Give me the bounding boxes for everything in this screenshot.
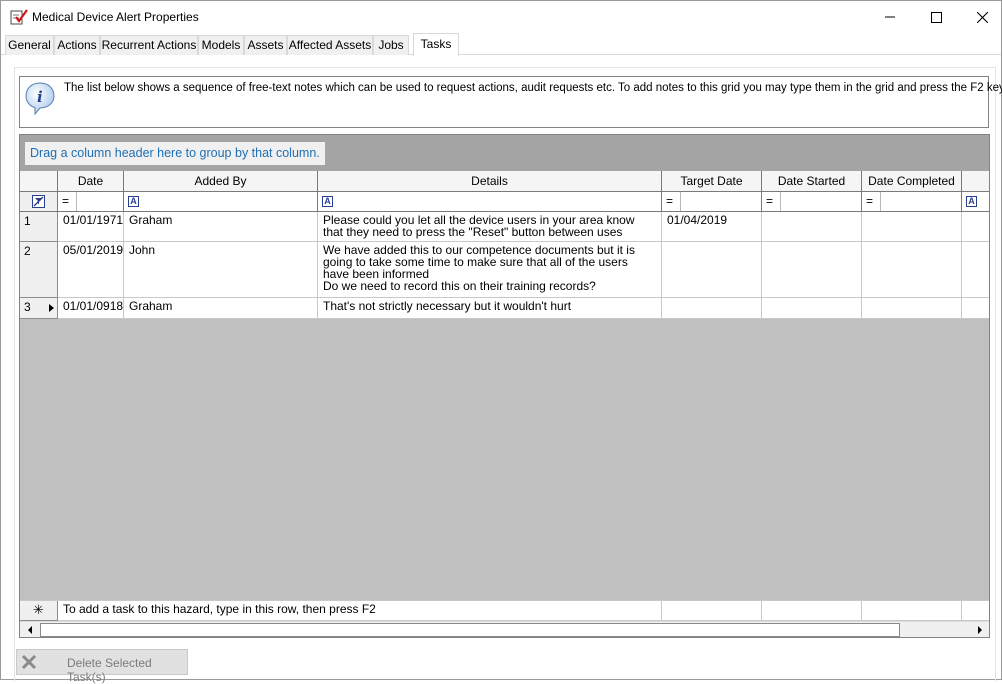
info-box: i The list below shows a sequence of fre… [19, 76, 1002, 128]
tab-recurrent-actions[interactable]: Recurrent Actions [100, 35, 198, 55]
table-row[interactable]: 1 01/01/1971 Graham Please could you let… [20, 212, 989, 242]
filter-operator-equals[interactable]: = [666, 195, 673, 207]
group-by-panel[interactable]: Drag a column header here to group by th… [20, 135, 989, 171]
cell-target-date[interactable] [662, 298, 762, 319]
cell-date[interactable]: 05/01/2019 [58, 242, 124, 298]
filter-operator-text[interactable]: A [128, 196, 139, 207]
tab-affected-assets[interactable]: Affected Assets [287, 35, 373, 55]
cell-date[interactable]: 01/01/1971 [58, 212, 124, 242]
maximize-icon [930, 11, 942, 23]
tab-jobs[interactable]: Jobs [373, 35, 409, 55]
grid-empty-area [20, 319, 989, 595]
current-row-indicator-icon [49, 304, 54, 312]
new-row-cell[interactable] [862, 601, 962, 621]
cell-extra[interactable] [962, 242, 989, 298]
column-header-date-started[interactable]: Date Started [762, 171, 862, 192]
info-icon: i [25, 82, 55, 115]
filter-operator-text[interactable]: A [966, 196, 977, 207]
scroll-thumb[interactable] [40, 623, 900, 637]
table-row[interactable]: 3 01/01/0918 Graham That's not strictly … [20, 298, 989, 319]
tasks-grid[interactable]: Drag a column header here to group by th… [19, 134, 990, 638]
cell-date-completed[interactable] [862, 242, 962, 298]
cell-added-by[interactable]: Graham [124, 298, 318, 319]
minimize-button[interactable] [867, 1, 913, 33]
header-corner [20, 171, 58, 192]
filter-operator-equals[interactable]: = [766, 195, 773, 207]
svg-text:i: i [37, 88, 43, 106]
info-text: The list below shows a sequence of free-… [64, 82, 1002, 94]
tab-tasks[interactable]: Tasks [413, 33, 459, 56]
row-number[interactable]: 1 [20, 212, 58, 242]
cell-target-date[interactable] [662, 242, 762, 298]
filter-date[interactable]: = [58, 192, 124, 212]
clear-filter-icon [32, 195, 45, 208]
cell-date[interactable]: 01/01/0918 [58, 298, 124, 319]
cell-extra[interactable] [962, 298, 989, 319]
column-header-date[interactable]: Date [58, 171, 124, 192]
tab-assets[interactable]: Assets [244, 35, 287, 55]
delete-icon [21, 654, 37, 670]
tab-actions[interactable]: Actions [54, 35, 100, 55]
cell-extra[interactable] [962, 212, 989, 242]
scroll-left-button[interactable] [22, 622, 38, 637]
cell-details[interactable]: That's not strictly necessary but it wou… [318, 298, 662, 319]
cell-added-by[interactable]: Graham [124, 212, 318, 242]
filter-target-date[interactable]: = [662, 192, 762, 212]
chevron-right-icon [978, 626, 982, 634]
tab-general[interactable]: General [5, 35, 54, 55]
column-header-details[interactable]: Details [318, 171, 662, 192]
row-number-current[interactable]: 3 [20, 298, 58, 319]
scroll-right-button[interactable] [972, 622, 988, 637]
cell-date-started[interactable] [762, 298, 862, 319]
horizontal-scrollbar[interactable] [20, 621, 989, 637]
column-header-added-by[interactable]: Added By [124, 171, 318, 192]
cell-date-completed[interactable] [862, 212, 962, 242]
filter-extra[interactable]: A [962, 192, 989, 212]
delete-selected-tasks-button[interactable]: Delete Selected Task(s) [16, 649, 188, 684]
minimize-icon [885, 16, 895, 18]
filter-added-by[interactable]: A [124, 192, 318, 212]
column-header-extra [962, 171, 989, 192]
filter-details[interactable]: A [318, 192, 662, 212]
row-number-label: 3 [24, 300, 31, 314]
cell-added-by[interactable]: John [124, 242, 318, 298]
chevron-left-icon [28, 626, 32, 634]
filter-operator-text[interactable]: A [322, 196, 333, 207]
title-bar: Medical Device Alert Properties [1, 1, 1001, 33]
new-row-cell[interactable] [962, 601, 989, 621]
cell-date-started[interactable] [762, 212, 862, 242]
new-row-cell[interactable] [662, 601, 762, 621]
maximize-button[interactable] [913, 1, 959, 33]
filter-clear-cell[interactable] [20, 192, 58, 212]
close-icon [976, 11, 988, 23]
new-task-row[interactable]: ✳ To add a task to this hazard, type in … [20, 600, 989, 621]
tab-strip: General Actions Recurrent Actions Models… [1, 33, 1001, 56]
row-number[interactable]: 2 [20, 242, 58, 298]
tab-models[interactable]: Models [198, 35, 244, 55]
new-row-hint[interactable]: To add a task to this hazard, type in th… [58, 601, 662, 621]
new-row-marker-icon: ✳ [20, 601, 58, 621]
close-button[interactable] [959, 1, 1002, 33]
table-row[interactable]: 2 05/01/2019 John We have added this to … [20, 242, 989, 298]
app-icon [10, 9, 28, 25]
group-by-hint: Drag a column header here to group by th… [25, 142, 325, 165]
column-header-target-date[interactable]: Target Date [662, 171, 762, 192]
filter-operator-equals[interactable]: = [62, 195, 69, 207]
cell-target-date[interactable]: 01/04/2019 [662, 212, 762, 242]
cell-date-completed[interactable] [862, 298, 962, 319]
cell-date-started[interactable] [762, 242, 862, 298]
window-title: Medical Device Alert Properties [32, 10, 199, 24]
column-header-date-completed[interactable]: Date Completed [862, 171, 962, 192]
cell-details[interactable]: Please could you let all the device user… [318, 212, 662, 242]
properties-window: Medical Device Alert Properties General … [0, 0, 1002, 684]
filter-date-completed[interactable]: = [862, 192, 962, 212]
new-row-cell[interactable] [762, 601, 862, 621]
filter-operator-equals[interactable]: = [866, 195, 873, 207]
filter-date-started[interactable]: = [762, 192, 862, 212]
cell-details[interactable]: We have added this to our competence doc… [318, 242, 662, 298]
